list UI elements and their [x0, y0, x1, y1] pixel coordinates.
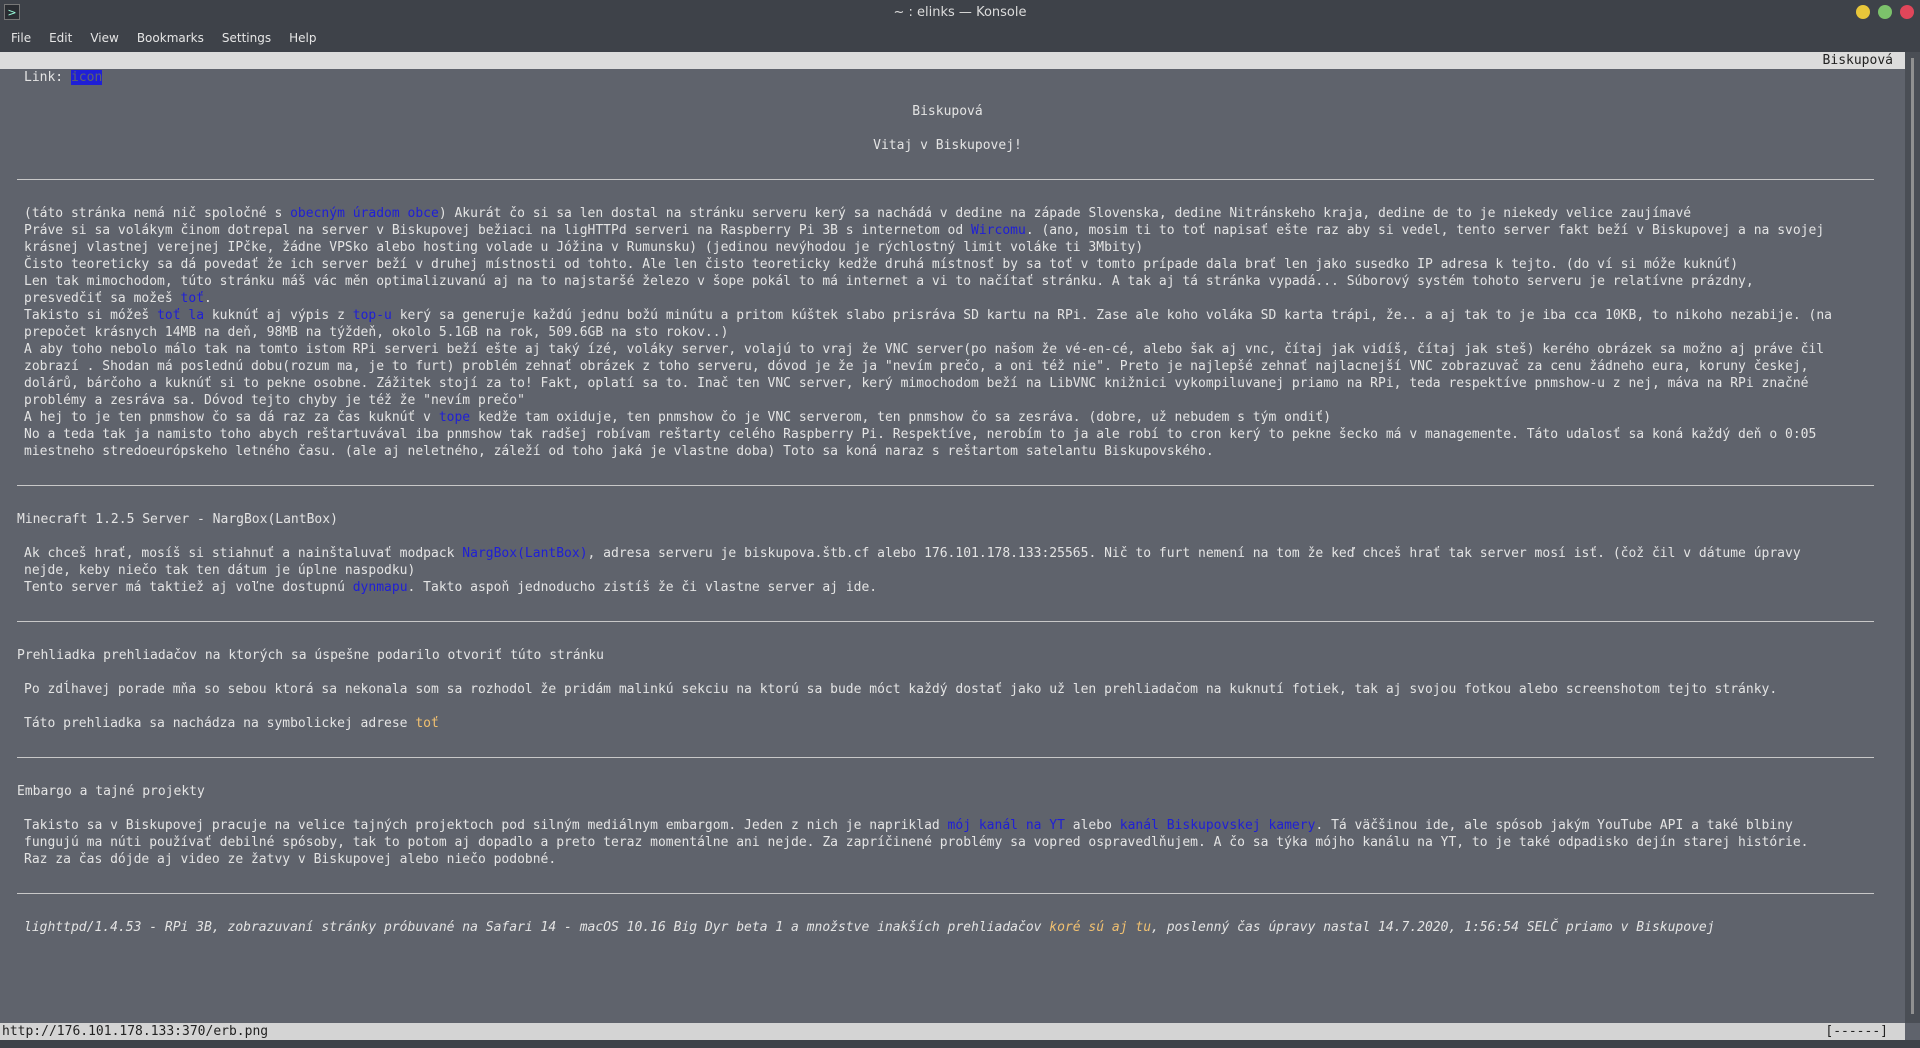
elinks-title-line: Biskupová [0, 52, 1905, 69]
intro-line: A hej to je ten pnmshow čo sa dá raz za … [24, 410, 1332, 425]
intro-line: (táto stránka nemá nič spoločné s obecný… [24, 206, 1692, 221]
document-title: Biskupová [1822, 53, 1893, 68]
intro-line: prepočet krásnych 14MB na deň, 98MB na t… [24, 325, 729, 340]
divider [17, 621, 1874, 622]
minecraft-line: nejde, keby niečo tak ten dátum je úplne… [24, 563, 416, 578]
window-titlebar: > ~ : elinks — Konsole [0, 0, 1920, 24]
divider [17, 179, 1874, 180]
link-wircom[interactable]: Wircomu [971, 223, 1026, 238]
intro-line: No a teda tak ja namisto toho abych rešt… [24, 427, 1817, 442]
intro-line: A aby toho nebolo málo tak na tomto isto… [24, 342, 1825, 357]
welcome-text: Vitaj v Biskupovej! [873, 138, 1022, 153]
link-camera-channel[interactable]: kanál Biskupovskej kamery [1120, 818, 1316, 833]
section-heading-minecraft: Minecraft 1.2.5 Server - NargBox(LantBox… [17, 512, 338, 527]
divider [17, 757, 1874, 758]
menu-file[interactable]: File [11, 31, 31, 45]
page-heading: Biskupová [912, 104, 983, 119]
close-button[interactable] [1900, 5, 1914, 19]
minimize-button[interactable] [1856, 5, 1870, 19]
section-heading-embargo: Embargo a tajné projekty [17, 784, 205, 799]
status-url: http://176.101.178.133:370/erb.png [2, 1024, 269, 1039]
link-indicator: Link: icon [24, 70, 103, 85]
menu-view[interactable]: View [90, 31, 118, 45]
browsers-line: Táto prehliadka sa nachádza na symbolick… [24, 716, 439, 731]
link-browsers-list[interactable]: koré sú aj tu [1049, 920, 1151, 935]
intro-line: Čisto teoreticky sa dá povedať že ich se… [24, 257, 1739, 272]
section-heading-browsers: Prehliadka prehliadačov na ktorých sa ús… [17, 648, 604, 663]
link-obecny-urad[interactable]: obecným úradom obce [290, 206, 439, 221]
terminal-scrollbar[interactable] [1905, 52, 1920, 1023]
elinks-status-bar: http://176.101.178.133:370/erb.png [----… [0, 1023, 1905, 1040]
intro-line: zobrazí . Shodan má poslednú dobu(rozum … [24, 359, 1809, 374]
scrollbar-thumb[interactable] [1911, 58, 1914, 1014]
divider [17, 485, 1874, 486]
menu-help[interactable]: Help [289, 31, 316, 45]
intro-line: problémy a zesráva sa. Dóvod tejto chyby… [24, 393, 525, 408]
link-top[interactable]: top-u [353, 308, 392, 323]
intro-line: presvedčiť sa možeš toť. [24, 291, 212, 306]
intro-line: krásnej vlastnej verejnej IPčke, žádne V… [24, 240, 1144, 255]
window-bottom-border [0, 1040, 1920, 1048]
menu-edit[interactable]: Edit [49, 31, 72, 45]
embargo-line: fungujú ma núti používať debilné spósoby… [24, 835, 1809, 850]
intro-line: dolárů, bárčoho a kuknúť si to pekne oso… [24, 376, 1809, 391]
link-nargbox[interactable]: NargBox(LantBox) [462, 546, 587, 561]
window-title: ~ : elinks — Konsole [893, 4, 1027, 20]
intro-line: Práve si sa volákym činom dotrepal na se… [24, 223, 1825, 238]
divider [17, 893, 1874, 894]
intro-line: Takisto si móžeš toť la kuknúť aj výpis … [24, 308, 1832, 323]
menu-settings[interactable]: Settings [222, 31, 271, 45]
maximize-button[interactable] [1878, 5, 1892, 19]
embargo-line: Raz za čas dójde aj video ze žatvy v Bis… [24, 852, 557, 867]
intro-line: Len tak mimochodom, túto stránku máš vác… [24, 274, 1754, 289]
konsole-app-icon: > [4, 4, 20, 20]
intro-line: miestneho stredoeurópskeho letného času.… [24, 444, 1214, 459]
link-dynmap[interactable]: dynmapu [353, 580, 408, 595]
link-yt-channel[interactable]: mój kanál na YT [948, 818, 1065, 833]
link-tot-la[interactable]: toť la [157, 308, 204, 323]
status-progress: [------] [1825, 1024, 1888, 1039]
link-filesystem[interactable]: toť [181, 291, 204, 306]
selected-link[interactable]: icon [70, 70, 103, 85]
link-tot-browsers[interactable]: toť [415, 716, 438, 731]
page-footer: lighttpd/1.4.53 - RPi 3B, zobrazuvaní st… [24, 920, 1715, 935]
minecraft-line: Ak chceš hrať, mosíš si stiahnuť a nainš… [24, 546, 1801, 561]
browsers-line: Po zdĺhavej porade mňa so sebou ktorá sa… [24, 682, 1778, 697]
embargo-line: Takisto sa v Biskupovej pracuje na velic… [24, 818, 1793, 833]
minecraft-line: Tento server má taktiež aj voľne dostupn… [24, 580, 878, 595]
menu-bookmarks[interactable]: Bookmarks [137, 31, 204, 45]
link-tope[interactable]: tope [439, 410, 470, 425]
terminal-area[interactable]: Biskupová Link: icon Biskupová Vitaj v B… [0, 52, 1905, 1023]
menubar: File Edit View Bookmarks Settings Help [0, 24, 1920, 52]
